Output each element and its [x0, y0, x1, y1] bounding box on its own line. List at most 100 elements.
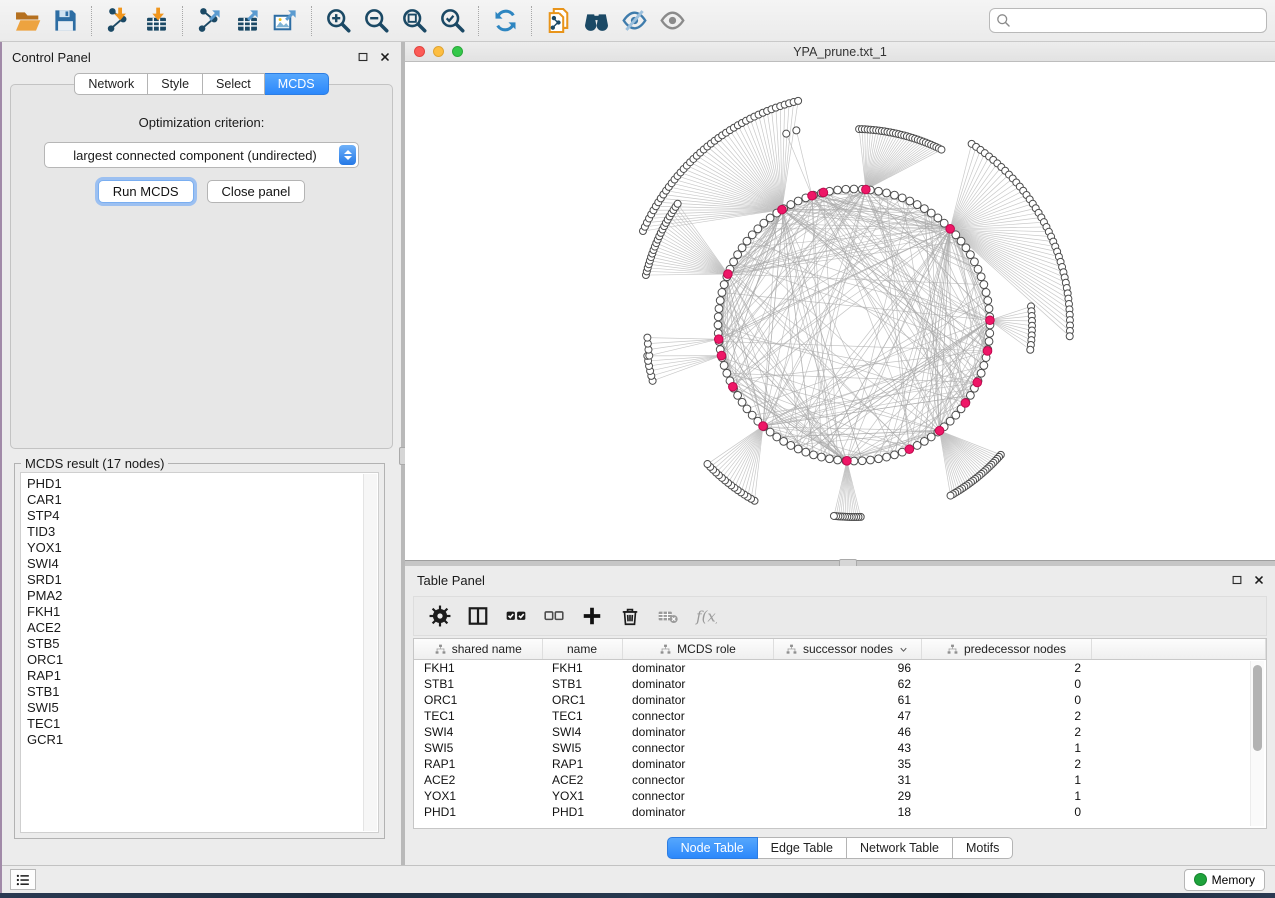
table-cell[interactable]: STB1	[414, 676, 542, 692]
tab-node-table[interactable]: Node Table	[667, 837, 758, 859]
close-panel-icon[interactable]	[377, 49, 393, 65]
table-cell[interactable]: SWI5	[542, 740, 622, 756]
table-cell[interactable]: YOX1	[542, 788, 622, 804]
ring-node[interactable]	[720, 281, 728, 289]
mcds-result-node[interactable]: SWI5	[27, 700, 378, 716]
mcds-result-node[interactable]: FKH1	[27, 604, 378, 620]
table-cell[interactable]: 46	[773, 724, 921, 740]
table-cell[interactable]: 18	[773, 804, 921, 820]
tab-mcds[interactable]: MCDS	[265, 73, 329, 95]
ring-node[interactable]	[773, 433, 781, 441]
mcds-result-node[interactable]: PHD1	[27, 476, 378, 492]
export-image-button[interactable]	[266, 4, 304, 38]
mcds-result-node[interactable]: TID3	[27, 524, 378, 540]
memory-button[interactable]: Memory	[1184, 869, 1265, 891]
mcds-result-node[interactable]: CAR1	[27, 492, 378, 508]
ring-node[interactable]	[794, 445, 802, 453]
mcds-result-node[interactable]: SRD1	[27, 572, 378, 588]
first-neighbors-button[interactable]	[577, 4, 615, 38]
table-cell[interactable]: 2	[921, 708, 1091, 724]
ring-node[interactable]	[734, 251, 742, 259]
table-cell[interactable]: ORC1	[542, 692, 622, 708]
mcds-hub-node[interactable]	[862, 185, 871, 194]
close-panel-icon[interactable]	[1251, 572, 1267, 588]
mcds-result-node[interactable]: ORC1	[27, 652, 378, 668]
mcds-hub-node[interactable]	[724, 270, 733, 279]
table-cell[interactable]: 2	[921, 724, 1091, 740]
mcds-hub-node[interactable]	[778, 205, 787, 214]
ring-node[interactable]	[730, 258, 738, 266]
tab-edge-table[interactable]: Edge Table	[758, 837, 847, 859]
ring-node[interactable]	[738, 244, 746, 252]
mcds-result-node[interactable]: RAP1	[27, 668, 378, 684]
ring-node[interactable]	[980, 362, 988, 370]
table-cell[interactable]: 0	[921, 676, 1091, 692]
table-cell[interactable]: dominator	[622, 660, 773, 677]
mcds-result-node[interactable]: PMA2	[27, 588, 378, 604]
ring-node[interactable]	[920, 437, 928, 445]
table-cell[interactable]: ACE2	[542, 772, 622, 788]
hide-selected-button[interactable]	[615, 4, 653, 38]
tab-network[interactable]: Network	[74, 73, 148, 95]
table-cell[interactable]: connector	[622, 772, 773, 788]
table-cell[interactable]: 0	[921, 804, 1091, 820]
ring-node[interactable]	[966, 251, 974, 259]
table-cell[interactable]: FKH1	[542, 660, 622, 677]
satellite-node[interactable]	[795, 97, 802, 104]
create-column-button[interactable]	[576, 601, 608, 631]
mcds-hub-node[interactable]	[946, 225, 955, 234]
zoom-out-button[interactable]	[357, 4, 395, 38]
ring-node[interactable]	[842, 185, 850, 193]
zoom-fit-button[interactable]	[395, 4, 433, 38]
ring-node[interactable]	[985, 305, 993, 313]
save-session-button[interactable]	[46, 4, 84, 38]
ring-node[interactable]	[891, 451, 899, 459]
ring-node[interactable]	[802, 448, 810, 456]
ring-node[interactable]	[734, 391, 742, 399]
minimize-window-icon[interactable]	[433, 46, 444, 57]
ring-node[interactable]	[858, 457, 866, 465]
satellite-node[interactable]	[704, 461, 711, 468]
ring-node[interactable]	[986, 329, 994, 337]
ring-node[interactable]	[720, 362, 728, 370]
unselect-all-columns-button[interactable]	[538, 601, 570, 631]
table-cell[interactable]: PHD1	[414, 804, 542, 820]
mcds-hub-node[interactable]	[759, 422, 768, 431]
table-cell[interactable]: 0	[921, 692, 1091, 708]
satellite-node[interactable]	[1066, 333, 1073, 340]
ring-node[interactable]	[974, 265, 982, 273]
ring-node[interactable]	[982, 289, 990, 297]
column-header-shared-name[interactable]: shared name	[414, 639, 542, 660]
mcds-result-node[interactable]: STB1	[27, 684, 378, 700]
mcds-hub-node[interactable]	[986, 316, 995, 325]
ring-node[interactable]	[834, 456, 842, 464]
select-all-columns-button[interactable]	[500, 601, 532, 631]
float-panel-icon[interactable]	[355, 49, 371, 65]
task-history-button[interactable]	[10, 869, 36, 890]
ring-node[interactable]	[718, 289, 726, 297]
ring-node[interactable]	[883, 453, 891, 461]
ring-node[interactable]	[766, 214, 774, 222]
ring-node[interactable]	[834, 186, 842, 194]
ring-node[interactable]	[875, 187, 883, 195]
ring-node[interactable]	[743, 405, 751, 413]
mcds-hub-node[interactable]	[717, 351, 726, 360]
table-row[interactable]: ACE2ACE2connector311	[414, 772, 1266, 788]
mcds-hub-node[interactable]	[905, 445, 914, 454]
ring-node[interactable]	[891, 191, 899, 199]
clone-network-button[interactable]	[539, 4, 577, 38]
tab-select[interactable]: Select	[203, 73, 265, 95]
table-cell[interactable]: ACE2	[414, 772, 542, 788]
import-table-button[interactable]	[137, 4, 175, 38]
ring-node[interactable]	[714, 313, 722, 321]
ring-node[interactable]	[927, 209, 935, 217]
column-header-MCDS-role[interactable]: MCDS role	[622, 639, 773, 660]
column-header-successor-nodes[interactable]: successor nodes	[773, 639, 921, 660]
table-cell[interactable]: 2	[921, 660, 1091, 677]
table-cell[interactable]: 2	[921, 756, 1091, 772]
table-cell[interactable]: 31	[773, 772, 921, 788]
table-cell[interactable]: TEC1	[542, 708, 622, 724]
mcds-result-node[interactable]: YOX1	[27, 540, 378, 556]
tab-motifs[interactable]: Motifs	[953, 837, 1013, 859]
mcds-hub-node[interactable]	[808, 191, 817, 200]
